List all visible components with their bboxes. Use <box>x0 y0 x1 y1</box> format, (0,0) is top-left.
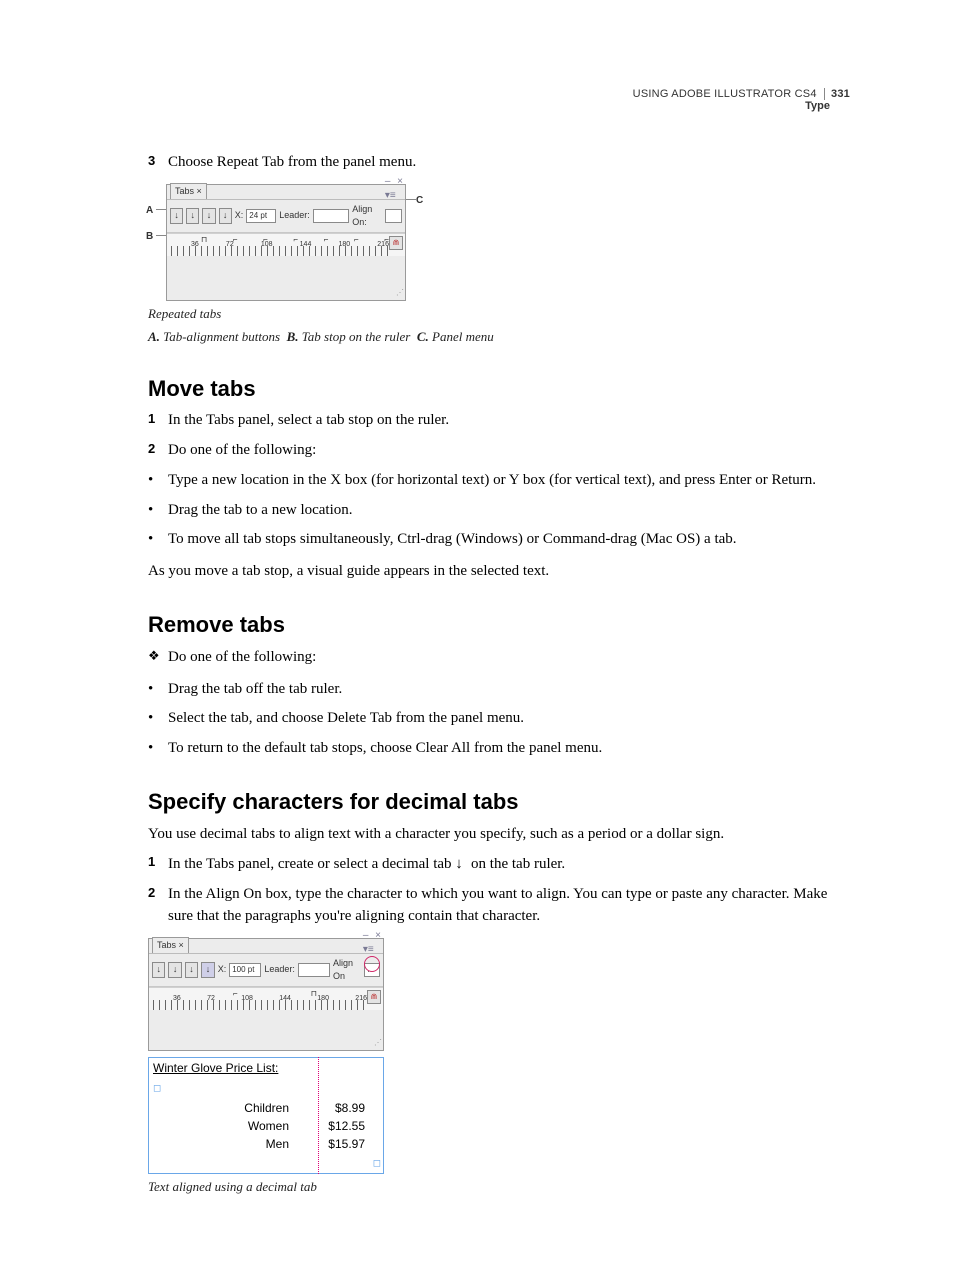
heading-remove-tabs: Remove tabs <box>148 609 850 641</box>
tabs-panel-2: – ×▾≡ Tabs × ↓ ↓ ↓ ↓ X: 100 pt Leader: A… <box>148 938 384 1051</box>
leader-field[interactable] <box>313 209 349 223</box>
move-step-1: 1 In the Tabs panel, select a tab stop o… <box>148 410 850 432</box>
move-after-text: As you move a tab stop, a visual guide a… <box>148 561 850 583</box>
header-section: Type <box>148 100 830 112</box>
remove-bullet-1: •Drag the tab off the tab ruler. <box>148 679 850 701</box>
decimal-step-2: 2 In the Align On box, type the characte… <box>148 884 850 928</box>
tab-right-align-icon-2[interactable]: ↓ <box>185 962 198 978</box>
x-field-2[interactable]: 100 pt <box>229 963 261 977</box>
align-on-label-2: Align On <box>333 957 361 983</box>
page-number: 331 <box>824 88 850 100</box>
decimal-tab-icon: ↓ <box>455 853 467 875</box>
resize-handle[interactable]: ⋰ <box>396 287 404 299</box>
move-step-2: 2 Do one of the following: <box>148 440 850 462</box>
align-on-highlight-circle <box>364 956 380 972</box>
tab-decimal-align-icon-2[interactable]: ↓ <box>201 962 214 978</box>
snap-icon[interactable]: ⋒ <box>389 236 403 250</box>
snap-icon-2[interactable]: ⋒ <box>367 990 381 1004</box>
leader-label-2: Leader: <box>264 963 295 976</box>
move-bullet-2: •Drag the tab to a new location. <box>148 500 850 522</box>
decimal-guide-line <box>318 1057 319 1175</box>
figure-repeated-tabs: A B C – ×▾≡ Tabs × ↓ ↓ ↓ ↓ X: <box>148 184 850 347</box>
text-handle-left: ◻ <box>153 1083 161 1094</box>
tab-left-align-icon-2[interactable]: ↓ <box>152 962 165 978</box>
callout-b: B <box>146 230 153 245</box>
tab-ruler-2[interactable]: ⌐⊓ 36 72 108 144 180 216 ⋒ <box>149 987 383 1010</box>
page-header: USING ADOBE ILLUSTRATOR CS4 331 Type <box>148 88 850 112</box>
tab-ruler[interactable]: ⊓⌐⌐⌐⌐⌐⌐ 36 72 108 144 180 216 ⋒ <box>167 233 405 256</box>
align-on-field[interactable] <box>385 209 402 223</box>
tab-center-align-icon[interactable]: ↓ <box>186 208 199 224</box>
x-label-2: X: <box>218 963 227 976</box>
remove-lead: ❖Do one of the following: <box>148 647 850 669</box>
x-field[interactable]: 24 pt <box>246 209 276 223</box>
remove-bullet-3: •To return to the default tab stops, cho… <box>148 738 850 760</box>
resize-handle-2[interactable]: ⋰ <box>374 1037 382 1049</box>
tabs-panel: – ×▾≡ Tabs × ↓ ↓ ↓ ↓ X: 24 pt Leader: Al… <box>166 184 406 301</box>
tab-right-align-icon[interactable]: ↓ <box>202 208 215 224</box>
step-3: 3 Choose Repeat Tab from the panel menu. <box>148 152 850 174</box>
leader-label: Leader: <box>279 209 310 222</box>
figure-legend: A. Tab-alignment buttons B. Tab stop on … <box>148 328 850 347</box>
step-number: 3 <box>148 152 168 174</box>
move-bullet-1: •Type a new location in the X box (for h… <box>148 470 850 492</box>
window-controls-2[interactable]: – ×▾≡ <box>363 929 383 958</box>
step-text: Choose Repeat Tab from the panel menu. <box>168 152 416 174</box>
tab-decimal-align-icon[interactable]: ↓ <box>219 208 232 224</box>
figure-caption-title: Repeated tabs <box>148 305 850 324</box>
callout-a: A <box>146 204 153 219</box>
page: USING ADOBE ILLUSTRATOR CS4 331 Type 3 C… <box>0 0 954 1283</box>
align-on-label: Align On: <box>352 203 382 229</box>
tab-center-align-icon-2[interactable]: ↓ <box>168 962 181 978</box>
decimal-step-1: 1 In the Tabs panel, create or select a … <box>148 853 850 876</box>
price-row: Women$12.55 <box>149 1117 383 1135</box>
remove-bullet-2: •Select the tab, and choose Delete Tab f… <box>148 708 850 730</box>
tab-left-align-icon[interactable]: ↓ <box>170 208 183 224</box>
leader-field-2[interactable] <box>298 963 330 977</box>
price-row: Children$8.99 <box>149 1099 383 1117</box>
figure-decimal-tab: – ×▾≡ Tabs × ↓ ↓ ↓ ↓ X: 100 pt Leader: A… <box>148 938 850 1198</box>
move-bullet-3: •To move all tab stops simultaneously, C… <box>148 529 850 551</box>
x-label: X: <box>235 209 244 222</box>
price-list-title: Winter Glove Price List: <box>149 1058 383 1077</box>
price-row: Men$15.97 <box>149 1135 383 1153</box>
decimal-intro: You use decimal tabs to align text with … <box>148 824 850 846</box>
window-controls[interactable]: – ×▾≡ <box>385 175 405 204</box>
header-product: USING ADOBE ILLUSTRATOR CS4 <box>633 88 817 100</box>
callout-c: C <box>416 194 423 209</box>
panel-tab[interactable]: Tabs × <box>170 183 207 199</box>
heading-decimal-tabs: Specify characters for decimal tabs <box>148 786 850 818</box>
text-handle-right: ◻ <box>373 1158 381 1169</box>
price-list-sample: Winter Glove Price List: ◻ Children$8.99… <box>148 1057 384 1175</box>
heading-move-tabs: Move tabs <box>148 373 850 405</box>
figure2-caption: Text aligned using a decimal tab <box>148 1178 850 1197</box>
panel-tab-2[interactable]: Tabs × <box>152 937 189 953</box>
